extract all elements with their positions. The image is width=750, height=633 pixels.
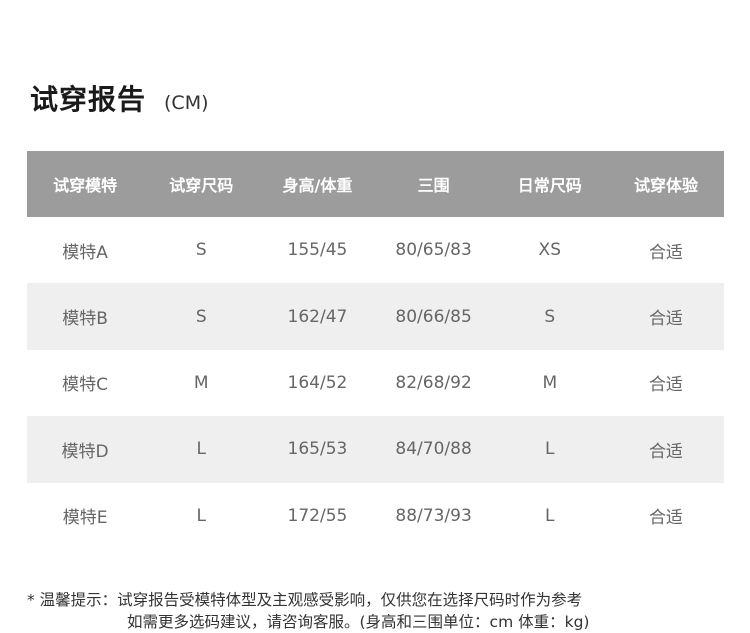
measurements-cell: 80/66/85	[395, 306, 472, 327]
fit-experience-cell: 合适	[648, 508, 683, 529]
table-row: 模特B S 162/47 80/66/85 S 合适	[27, 283, 724, 350]
size-tried-cell: S	[195, 240, 207, 261]
model-cell: 模特D	[61, 441, 109, 462]
table-header-row: 试穿模特 试穿尺码 身高/体重 三围 日常尺码 试穿体验	[27, 151, 724, 217]
note-line-2: 如需更多选码建议，请咨询客服。(身高和三围单位：cm 体重：kg)	[127, 613, 590, 631]
column-header-size-tried: 试穿尺码	[169, 176, 234, 195]
measurements-cell: 84/70/88	[395, 439, 472, 460]
height-weight-cell: 155/45	[287, 240, 348, 261]
size-tried-cell: L	[196, 505, 206, 526]
model-cell: 模特A	[62, 242, 108, 263]
measurements-cell: 80/65/83	[395, 240, 472, 261]
fit-experience-cell: 合适	[648, 441, 683, 462]
size-tried-cell: L	[196, 439, 206, 460]
fitting-report-table: 试穿模特 试穿尺码 身高/体重 三围 日常尺码 试穿体验 模特A S 155/4…	[27, 151, 724, 549]
page-title: 试穿报告	[30, 83, 147, 116]
usual-size-cell: L	[545, 505, 555, 526]
model-cell: 模特E	[62, 508, 108, 529]
measurements-cell: 82/68/92	[395, 372, 472, 393]
column-header-measurements: 三围	[417, 176, 450, 195]
model-cell: 模特B	[62, 309, 108, 330]
model-cell: 模特C	[62, 375, 109, 396]
column-header-fit-experience: 试穿体验	[633, 176, 698, 195]
unit-label: (CM)	[164, 92, 209, 114]
usual-size-cell: M	[542, 372, 558, 393]
usual-size-cell: L	[545, 439, 555, 460]
table-row: 模特E L 172/55 88/73/93 L 合适	[27, 483, 724, 549]
height-weight-cell: 162/47	[287, 306, 348, 327]
table-row: 模特D L 165/53 84/70/88 L 合适	[27, 416, 724, 483]
table-row: 模特A S 155/45 80/65/83 XS 合适	[27, 217, 724, 283]
usual-size-cell: XS	[538, 240, 561, 261]
fit-experience-cell: 合适	[648, 375, 683, 396]
column-header-model: 试穿模特	[53, 176, 118, 195]
fit-experience-cell: 合适	[648, 309, 683, 330]
fit-experience-cell: 合适	[648, 242, 683, 263]
column-header-height-weight: 身高/体重	[282, 176, 353, 195]
fitting-note: * 温馨提示：试穿报告受模特体型及主观感受影响，仅供您在选择尺码时作为参考 如需…	[27, 589, 589, 633]
report-header: 试穿报告 (CM)	[30, 78, 209, 118]
measurements-cell: 88/73/93	[395, 505, 472, 526]
size-tried-cell: M	[193, 372, 209, 393]
note-line-1: * 温馨提示：试穿报告受模特体型及主观感受影响，仅供您在选择尺码时作为参考	[27, 591, 583, 609]
usual-size-cell: S	[544, 306, 556, 327]
column-header-usual-size: 日常尺码	[517, 176, 582, 195]
height-weight-cell: 172/55	[287, 505, 348, 526]
table-row: 模特C M 164/52 82/68/92 M 合适	[27, 350, 724, 416]
size-tried-cell: S	[195, 306, 207, 327]
height-weight-cell: 165/53	[287, 439, 348, 460]
height-weight-cell: 164/52	[287, 372, 348, 393]
